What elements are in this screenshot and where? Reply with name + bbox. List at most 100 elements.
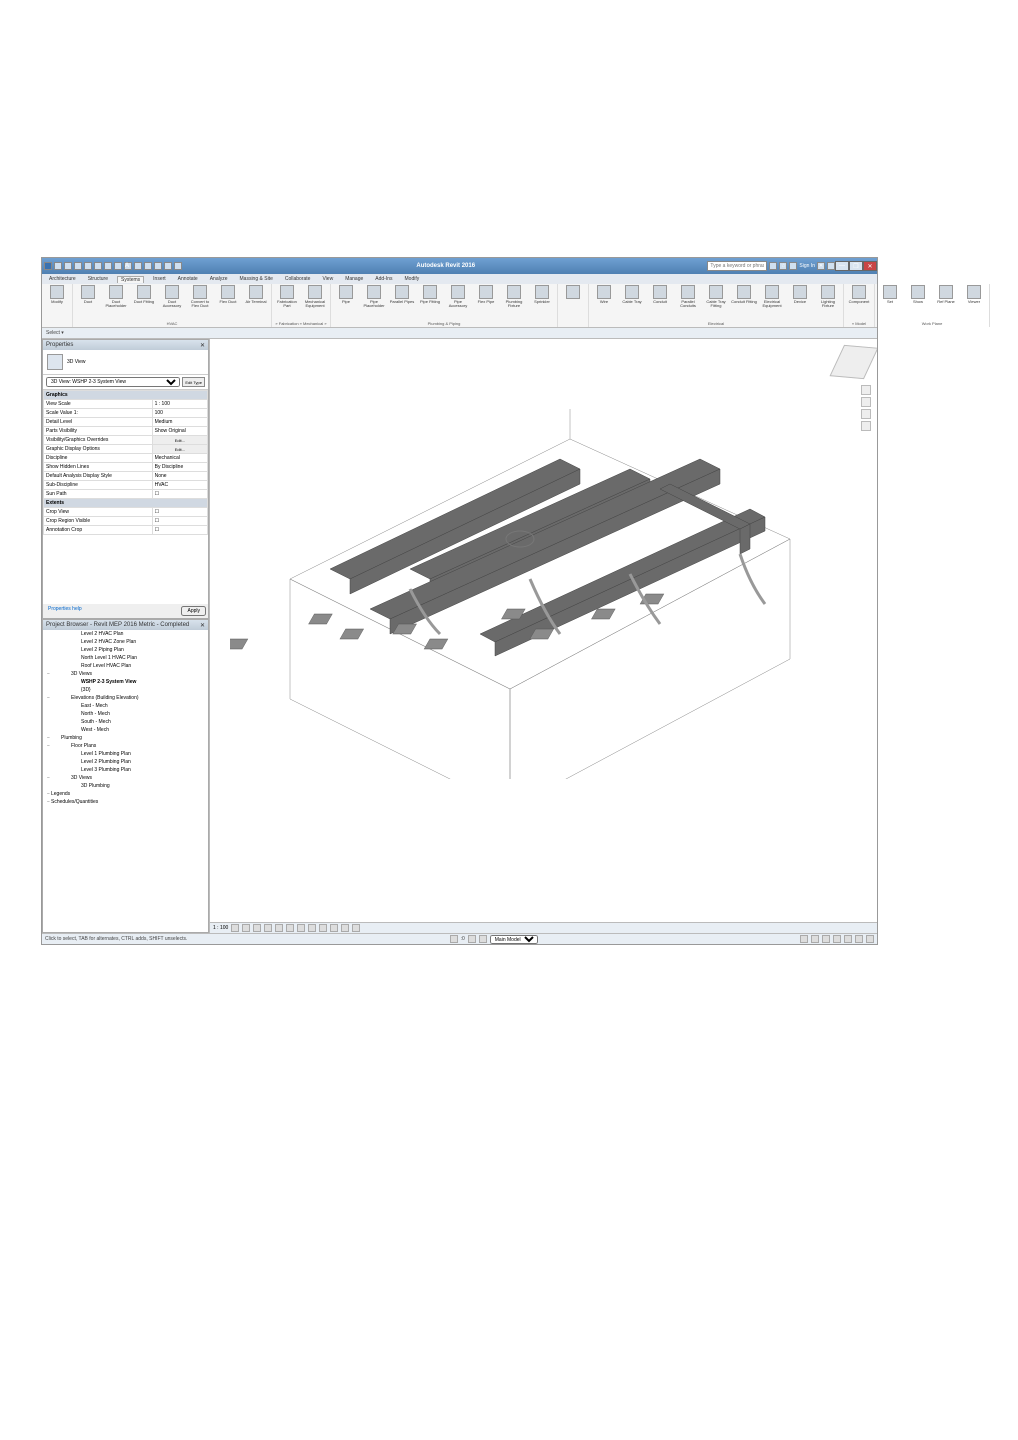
- prop-value[interactable]: 100: [152, 409, 207, 418]
- tree-node[interactable]: Level 2 HVAC Zone Plan: [47, 638, 208, 646]
- crop-view-icon[interactable]: [286, 924, 294, 932]
- tree-node[interactable]: Legends: [47, 790, 208, 798]
- tree-node[interactable]: Level 2 HVAC Plan: [47, 630, 208, 638]
- prop-section-graphics[interactable]: Graphics: [44, 391, 208, 400]
- ribbon-lighting-fixture[interactable]: Lighting Fixture: [815, 285, 841, 321]
- rendering-icon[interactable]: [275, 924, 283, 932]
- ribbon-cable-tray[interactable]: Cable Tray: [619, 285, 645, 321]
- tree-node[interactable]: 3D Views: [47, 670, 208, 678]
- ribbon-flex-duct[interactable]: Convert to Flex Duct: [187, 285, 213, 321]
- ribbon-pipe[interactable]: Pipe: [333, 285, 359, 321]
- tab-addins[interactable]: Add-Ins: [372, 276, 395, 282]
- tab-manage[interactable]: Manage: [342, 276, 366, 282]
- tree-node[interactable]: Schedules/Quantities: [47, 798, 208, 806]
- tree-node[interactable]: Level 3 Plumbing Plan: [47, 766, 208, 774]
- tree-node[interactable]: Level 2 Piping Plan: [47, 646, 208, 654]
- visual-style-icon[interactable]: [242, 924, 250, 932]
- tree-node[interactable]: West - Mech: [47, 726, 208, 734]
- exchange-icon[interactable]: ☆: [779, 262, 787, 270]
- browser-header[interactable]: Project Browser - Revit MEP 2016 Metric …: [43, 620, 208, 630]
- properties-help-link[interactable]: Properties help: [45, 606, 181, 616]
- prop-value[interactable]: Show Original: [152, 427, 207, 436]
- viewcube[interactable]: [830, 345, 877, 379]
- filter-icon[interactable]: [800, 935, 808, 943]
- favorites-icon[interactable]: [827, 262, 835, 270]
- qat-open-icon[interactable]: [54, 262, 62, 270]
- ribbon-pipe-fitting[interactable]: Pipe Fitting: [417, 285, 443, 321]
- prop-value[interactable]: None: [152, 472, 207, 481]
- tree-node[interactable]: Elevations (Building Elevation): [47, 694, 208, 702]
- ribbon-parallel-conduits[interactable]: Parallel Conduits: [675, 285, 701, 321]
- tab-insert[interactable]: Insert: [150, 276, 169, 282]
- ribbon-plumbing-fixture[interactable]: Plumbing Fixture: [501, 285, 527, 321]
- ribbon-modify[interactable]: Modify: [44, 285, 70, 326]
- tree-node[interactable]: WSHP 2-3 System View: [47, 678, 208, 686]
- ribbon-sep[interactable]: [560, 285, 586, 326]
- qat-undo-icon[interactable]: [74, 262, 82, 270]
- view-scale-label[interactable]: 1 : 100: [213, 925, 228, 931]
- tree-node[interactable]: Level 1 Plumbing Plan: [47, 750, 208, 758]
- prop-value[interactable]: HVAC: [152, 481, 207, 490]
- ribbon-viewer[interactable]: Viewer: [961, 285, 987, 321]
- qat-3d-icon[interactable]: [134, 262, 142, 270]
- ribbon-wire[interactable]: Wire: [591, 285, 617, 321]
- prop-value[interactable]: Edit...: [152, 445, 207, 454]
- ribbon-conduit-fitting[interactable]: Conduit Fitting: [731, 285, 757, 321]
- ribbon-parallel-pipes[interactable]: Parallel Pipes: [389, 285, 415, 321]
- select-dropdown[interactable]: Select ▾: [42, 330, 68, 336]
- ribbon-conduit[interactable]: Conduit: [647, 285, 673, 321]
- zoom-icon[interactable]: [861, 409, 871, 419]
- qat-measure-icon[interactable]: [104, 262, 112, 270]
- main-model-dropdown[interactable]: Main Model: [490, 935, 538, 944]
- tab-collaborate[interactable]: Collaborate: [282, 276, 314, 282]
- ribbon-set[interactable]: Set: [877, 285, 903, 321]
- qat-switch-icon[interactable]: [174, 262, 182, 270]
- qat-close-hidden-icon[interactable]: [164, 262, 172, 270]
- ribbon-component[interactable]: Component: [846, 285, 872, 321]
- prop-value[interactable]: 1 : 100: [152, 400, 207, 409]
- prop-value[interactable]: Edit...: [152, 436, 207, 445]
- prop-value[interactable]: ☐: [152, 526, 207, 535]
- ribbon-show[interactable]: Show: [905, 285, 931, 321]
- constraints-icon[interactable]: [341, 924, 349, 932]
- minimize-button[interactable]: —: [835, 261, 849, 271]
- qat-dim-icon[interactable]: [114, 262, 122, 270]
- tab-view[interactable]: View: [319, 276, 336, 282]
- orbit-icon[interactable]: [861, 421, 871, 431]
- editable-only-icon[interactable]: [468, 935, 476, 943]
- ribbon-flex[interactable]: Flex Duct: [215, 285, 241, 321]
- close-button[interactable]: ✕: [863, 261, 877, 271]
- ribbon-duct[interactable]: Duct: [75, 285, 101, 321]
- tab-annotate[interactable]: Annotate: [175, 276, 201, 282]
- sel-count-icon[interactable]: [866, 935, 874, 943]
- prop-section-extents[interactable]: Extents: [44, 499, 208, 508]
- qat-text-icon[interactable]: A: [124, 262, 132, 270]
- qat-save-icon[interactable]: [64, 262, 72, 270]
- pan-icon[interactable]: [861, 397, 871, 407]
- tree-node[interactable]: North Level 1 HVAC Plan: [47, 654, 208, 662]
- maximize-button[interactable]: ❐: [849, 261, 863, 271]
- tree-node[interactable]: 3D Views: [47, 774, 208, 782]
- ribbon-sprinkler[interactable]: Sprinkler: [529, 285, 555, 321]
- reveal-hidden-icon[interactable]: [330, 924, 338, 932]
- qat-section-icon[interactable]: [144, 262, 152, 270]
- apply-button[interactable]: Apply: [181, 606, 206, 616]
- sel-link-icon[interactable]: [822, 935, 830, 943]
- browser-close-icon[interactable]: ✕: [200, 622, 205, 629]
- steering-wheel-icon[interactable]: [861, 385, 871, 395]
- ribbon-duct-accessory[interactable]: Duct Accessory: [159, 285, 185, 321]
- type-selector[interactable]: 3D View: [43, 350, 208, 375]
- properties-close-icon[interactable]: ✕: [200, 342, 205, 349]
- detail-level-icon[interactable]: [231, 924, 239, 932]
- prop-value[interactable]: ☐: [152, 517, 207, 526]
- ribbon-duct-placeholder[interactable]: Duct Placeholder: [103, 285, 129, 321]
- prop-value[interactable]: By Discipline: [152, 463, 207, 472]
- ribbon-duct-fitting[interactable]: Duct Fitting: [131, 285, 157, 321]
- tree-node[interactable]: {3D}: [47, 686, 208, 694]
- subscription-icon[interactable]: [769, 262, 777, 270]
- prop-value[interactable]: ☐: [152, 490, 207, 499]
- sel-face-icon[interactable]: [855, 935, 863, 943]
- shadows-icon[interactable]: [264, 924, 272, 932]
- tab-analyze[interactable]: Analyze: [207, 276, 231, 282]
- tab-systems[interactable]: Systems: [117, 276, 144, 283]
